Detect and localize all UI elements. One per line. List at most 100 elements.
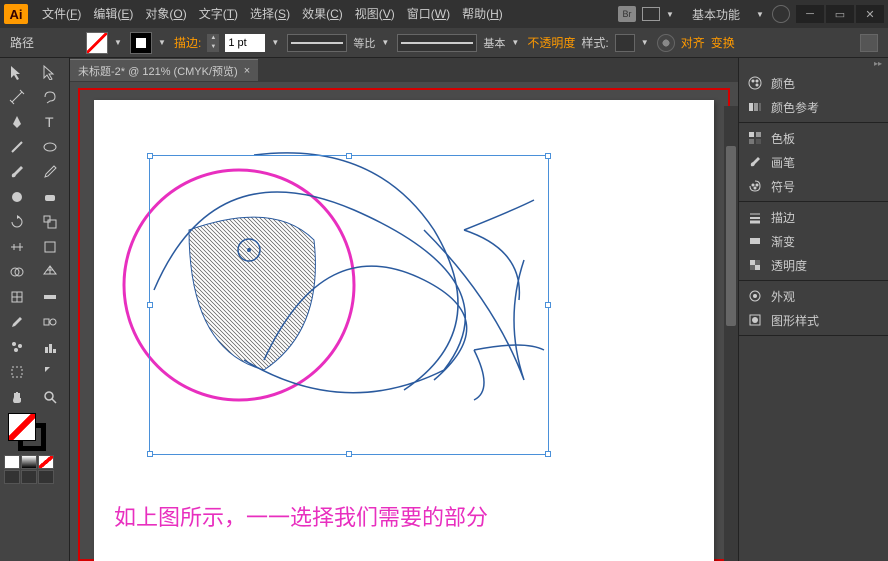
maximize-button[interactable]: ▭ xyxy=(826,5,854,23)
collapse-panels-button[interactable]: ▸▸ xyxy=(739,58,888,68)
pen-tool[interactable] xyxy=(2,110,32,134)
menu-e[interactable]: 编辑(E) xyxy=(87,0,139,28)
direct-selection-tool[interactable] xyxy=(35,60,65,84)
stroke-swatch[interactable] xyxy=(130,32,152,54)
type-tool[interactable]: T xyxy=(35,110,65,134)
minimize-button[interactable]: ─ xyxy=(796,5,824,23)
panel-brushes[interactable]: 画笔 xyxy=(739,150,888,174)
tools-panel: T xyxy=(0,58,70,561)
selection-handle[interactable] xyxy=(147,302,153,308)
stroke-weight-input[interactable]: 1 pt xyxy=(225,34,265,52)
mesh-tool[interactable] xyxy=(2,285,32,309)
bridge-icon[interactable]: Br xyxy=(618,6,636,22)
eraser-tool[interactable] xyxy=(35,185,65,209)
menu-w[interactable]: 窗口(W) xyxy=(401,0,456,28)
chevron-down-icon[interactable]: ▼ xyxy=(381,38,391,47)
selection-handle[interactable] xyxy=(147,153,153,159)
chevron-down-icon[interactable]: ▼ xyxy=(666,10,676,19)
selection-handle[interactable] xyxy=(346,451,352,457)
pencil-tool[interactable] xyxy=(35,160,65,184)
lasso-tool[interactable] xyxy=(35,85,65,109)
selection-handle[interactable] xyxy=(545,451,551,457)
panel-symbols[interactable]: 符号 xyxy=(739,174,888,198)
scrollbar-thumb[interactable] xyxy=(726,146,736,326)
align-link[interactable]: 对齐 xyxy=(681,34,705,51)
panel-transparency[interactable]: 透明度 xyxy=(739,253,888,277)
panel-graphic-styles[interactable]: 图形样式 xyxy=(739,308,888,332)
rotate-tool[interactable] xyxy=(2,210,32,234)
chevron-down-icon[interactable]: ▼ xyxy=(271,38,281,47)
brush-definition-select[interactable] xyxy=(397,34,477,52)
symbol-sprayer-tool[interactable] xyxy=(2,335,32,359)
line-tool[interactable] xyxy=(2,135,32,159)
zoom-tool[interactable] xyxy=(35,385,65,409)
panel-stroke[interactable]: 描边 xyxy=(739,205,888,229)
menu-t[interactable]: 文字(T) xyxy=(193,0,244,28)
panel-swatches[interactable]: 色板 xyxy=(739,126,888,150)
gradient-mode-btn[interactable] xyxy=(21,455,37,469)
document-tab[interactable]: 未标题-2* @ 121% (CMYK/预览) × xyxy=(70,59,258,81)
menu-f[interactable]: 文件(F) xyxy=(36,0,87,28)
workspace-switcher[interactable]: 基本功能 xyxy=(682,6,750,23)
artboard[interactable]: 如上图所示，一一选择我们需要的部分 xyxy=(94,100,714,561)
column-graph-tool[interactable] xyxy=(35,335,65,359)
menu-o[interactable]: 对象(O) xyxy=(139,0,192,28)
hand-tool[interactable] xyxy=(2,385,32,409)
draw-inside-btn[interactable] xyxy=(38,470,54,484)
blob-brush-tool[interactable] xyxy=(2,185,32,209)
fill-color-swatch[interactable] xyxy=(8,413,36,441)
eyedropper-tool[interactable] xyxy=(2,310,32,334)
scale-tool[interactable] xyxy=(35,210,65,234)
selection-bounding-box[interactable] xyxy=(149,155,549,455)
none-mode-btn[interactable] xyxy=(38,455,54,469)
slice-tool[interactable] xyxy=(35,360,65,384)
selection-handle[interactable] xyxy=(147,451,153,457)
chevron-down-icon[interactable]: ▼ xyxy=(158,38,168,47)
stroke-stepper[interactable]: ▲▼ xyxy=(207,34,219,52)
chevron-down-icon[interactable]: ▼ xyxy=(756,10,766,19)
graphic-style-select[interactable] xyxy=(615,34,635,52)
panel-gradient[interactable]: 渐变 xyxy=(739,229,888,253)
width-tool[interactable] xyxy=(2,235,32,259)
shape-builder-tool[interactable] xyxy=(2,260,32,284)
chevron-down-icon[interactable]: ▼ xyxy=(641,38,651,47)
artboard-tool[interactable] xyxy=(2,360,32,384)
ellipse-tool[interactable] xyxy=(35,135,65,159)
stroke-link[interactable]: 描边: xyxy=(174,34,201,51)
transform-link[interactable]: 变换 xyxy=(711,34,735,51)
arrange-documents-icon[interactable] xyxy=(642,7,660,21)
canvas[interactable]: 如上图所示，一一选择我们需要的部分 xyxy=(70,82,738,561)
perspective-grid-tool[interactable] xyxy=(35,260,65,284)
close-button[interactable]: ✕ xyxy=(856,5,884,23)
paintbrush-tool[interactable] xyxy=(2,160,32,184)
draw-behind-btn[interactable] xyxy=(21,470,37,484)
menu-h[interactable]: 帮助(H) xyxy=(456,0,509,28)
width-profile-select[interactable] xyxy=(287,34,347,52)
menu-c[interactable]: 效果(C) xyxy=(296,0,349,28)
panel-menu-button[interactable] xyxy=(860,34,878,52)
draw-normal-btn[interactable] xyxy=(4,470,20,484)
free-transform-tool[interactable] xyxy=(35,235,65,259)
magic-wand-tool[interactable] xyxy=(2,85,32,109)
close-tab-icon[interactable]: × xyxy=(244,65,250,77)
menu-v[interactable]: 视图(V) xyxy=(349,0,401,28)
selection-handle[interactable] xyxy=(346,153,352,159)
opacity-link[interactable]: 不透明度 xyxy=(527,34,575,51)
panel-color-guide[interactable]: 颜色参考 xyxy=(739,95,888,119)
fill-swatch[interactable] xyxy=(86,32,108,54)
panel-palette[interactable]: 颜色 xyxy=(739,71,888,95)
panel-appearance[interactable]: 外观 xyxy=(739,284,888,308)
recolor-artwork-button[interactable] xyxy=(657,34,675,52)
chevron-down-icon[interactable]: ▼ xyxy=(114,38,124,47)
menu-s[interactable]: 选择(S) xyxy=(244,0,296,28)
color-mode-btn[interactable] xyxy=(4,455,20,469)
gradient-tool[interactable] xyxy=(35,285,65,309)
blend-tool[interactable] xyxy=(35,310,65,334)
vertical-scrollbar[interactable] xyxy=(724,106,738,561)
selection-handle[interactable] xyxy=(545,153,551,159)
search-icon[interactable] xyxy=(772,5,790,23)
selection-tool[interactable] xyxy=(2,60,32,84)
selection-handle[interactable] xyxy=(545,302,551,308)
chevron-down-icon[interactable]: ▼ xyxy=(511,38,521,47)
fill-stroke-swatches[interactable] xyxy=(8,413,48,453)
